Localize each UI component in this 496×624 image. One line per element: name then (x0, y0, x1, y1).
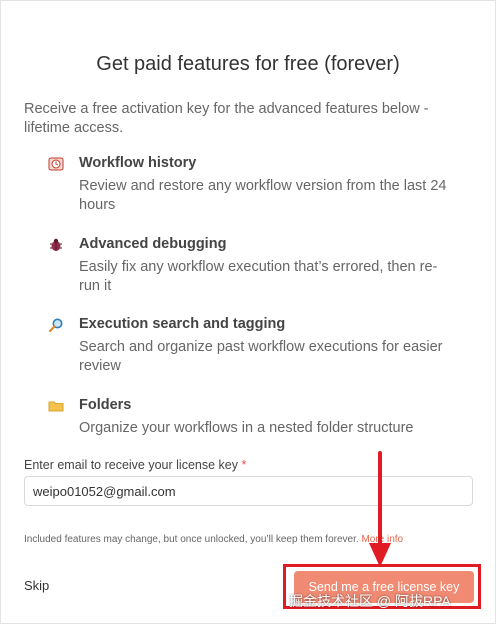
required-mark: * (241, 458, 247, 472)
feature-description: Organize your workflows in a nested fold… (79, 420, 414, 436)
dialog-title: Get paid features for free (forever) (96, 53, 400, 75)
bug-icon (47, 237, 65, 255)
watermark: 掘金技术社区 @ 阿拔RPA (289, 593, 451, 609)
clock-icon (47, 156, 65, 174)
dialog-intro: Receive a free activation key for the ad… (24, 101, 429, 136)
feature-title: Execution search and tagging (79, 316, 286, 332)
arrow-down-icon (369, 451, 391, 567)
email-field[interactable] (24, 476, 473, 506)
license-dialog: Get paid features for free (forever) Rec… (0, 0, 496, 624)
skip-button[interactable]: Skip (24, 578, 49, 593)
email-label-text: Enter email to receive your license key (24, 458, 238, 472)
feature-title: Workflow history (79, 155, 197, 171)
feature-title: Advanced debugging (79, 236, 227, 252)
feature-description: Review and restore any workflow version … (79, 178, 447, 213)
email-label: Enter email to receive your license key … (24, 458, 246, 472)
feature-description: Easily fix any workflow execution that’s… (79, 259, 438, 294)
feature-description: Search and organize past workflow execut… (79, 339, 443, 374)
footnote-text: Included features may change, but once u… (24, 534, 359, 545)
magnifier-icon (47, 317, 65, 335)
feature-title: Folders (79, 397, 132, 413)
folder-icon (47, 398, 65, 416)
features-footnote: Included features may change, but once u… (24, 534, 403, 545)
